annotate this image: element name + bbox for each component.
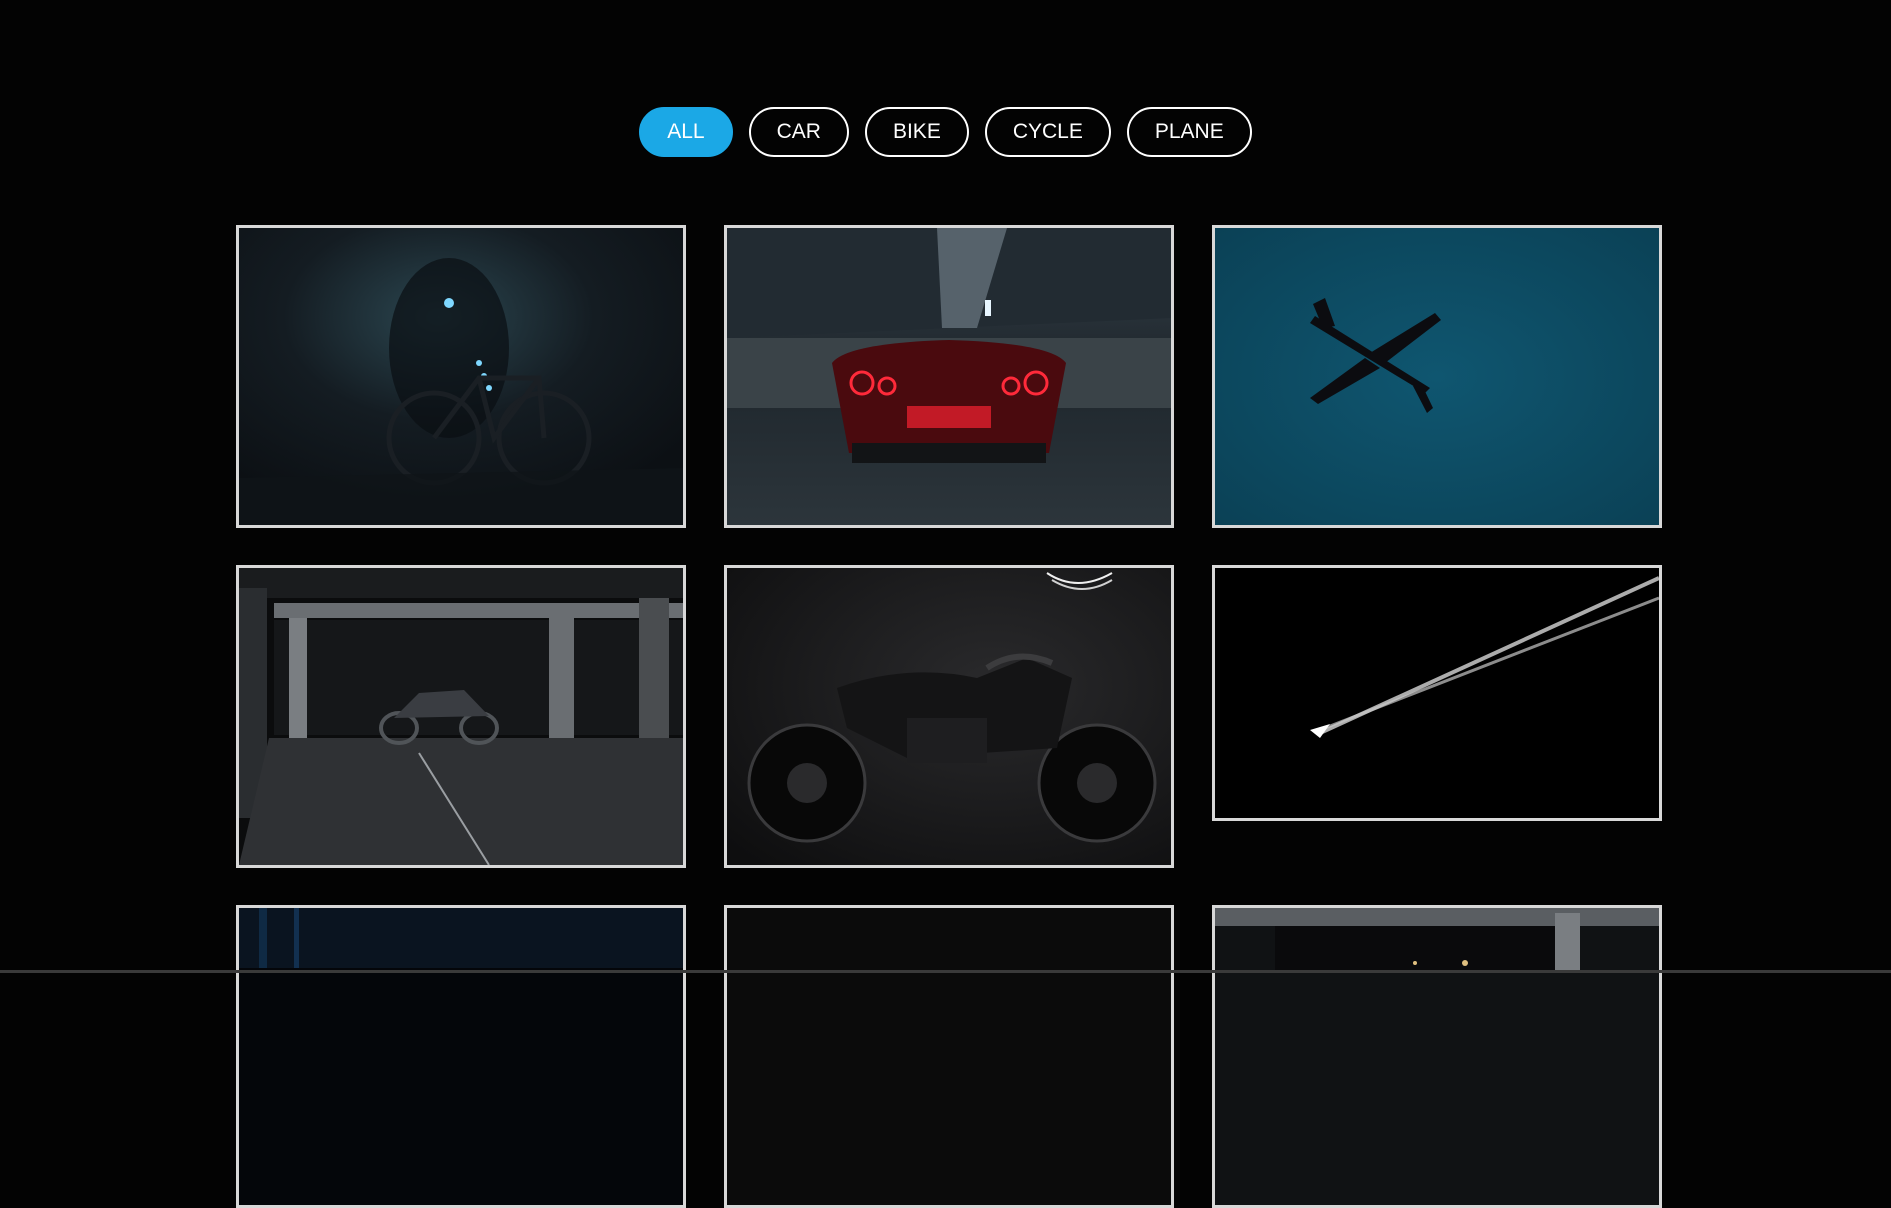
gallery-item-plane-contrails[interactable] xyxy=(1212,565,1662,821)
gallery-item-row3-2[interactable] xyxy=(724,905,1174,1208)
filter-plane-button[interactable]: PLANE xyxy=(1126,107,1252,157)
gallery-item-bicycle-tunnel[interactable] xyxy=(236,225,686,528)
gallery-item-black-motorcycle[interactable] xyxy=(724,565,1174,868)
dark-photo xyxy=(727,908,1171,1205)
parking-garage-photo xyxy=(1215,908,1659,1205)
black-motorcycle-photo xyxy=(727,568,1171,865)
gallery-item-row3-1[interactable] xyxy=(236,905,686,1208)
car-photo xyxy=(727,228,1171,525)
filter-bar: ALL CAR BIKE CYCLE PLANE xyxy=(0,107,1891,157)
gallery-item-motorcycle-parking[interactable] xyxy=(236,565,686,868)
filter-car-button[interactable]: CAR xyxy=(748,107,849,157)
plane-photo xyxy=(1215,228,1659,525)
filter-all-button[interactable]: ALL xyxy=(639,107,733,157)
gallery-item-plane-teal[interactable] xyxy=(1212,225,1662,528)
dark-blue-photo xyxy=(239,908,683,1205)
plane-contrails-photo xyxy=(1215,568,1659,818)
bicycle-photo xyxy=(239,228,683,525)
filter-bike-button[interactable]: BIKE xyxy=(864,107,969,157)
motorcycle-parking-photo xyxy=(239,568,683,865)
gallery-item-red-car[interactable] xyxy=(724,225,1174,528)
gallery-item-row3-3[interactable] xyxy=(1212,905,1662,1208)
filter-cycle-button[interactable]: CYCLE xyxy=(984,107,1111,157)
